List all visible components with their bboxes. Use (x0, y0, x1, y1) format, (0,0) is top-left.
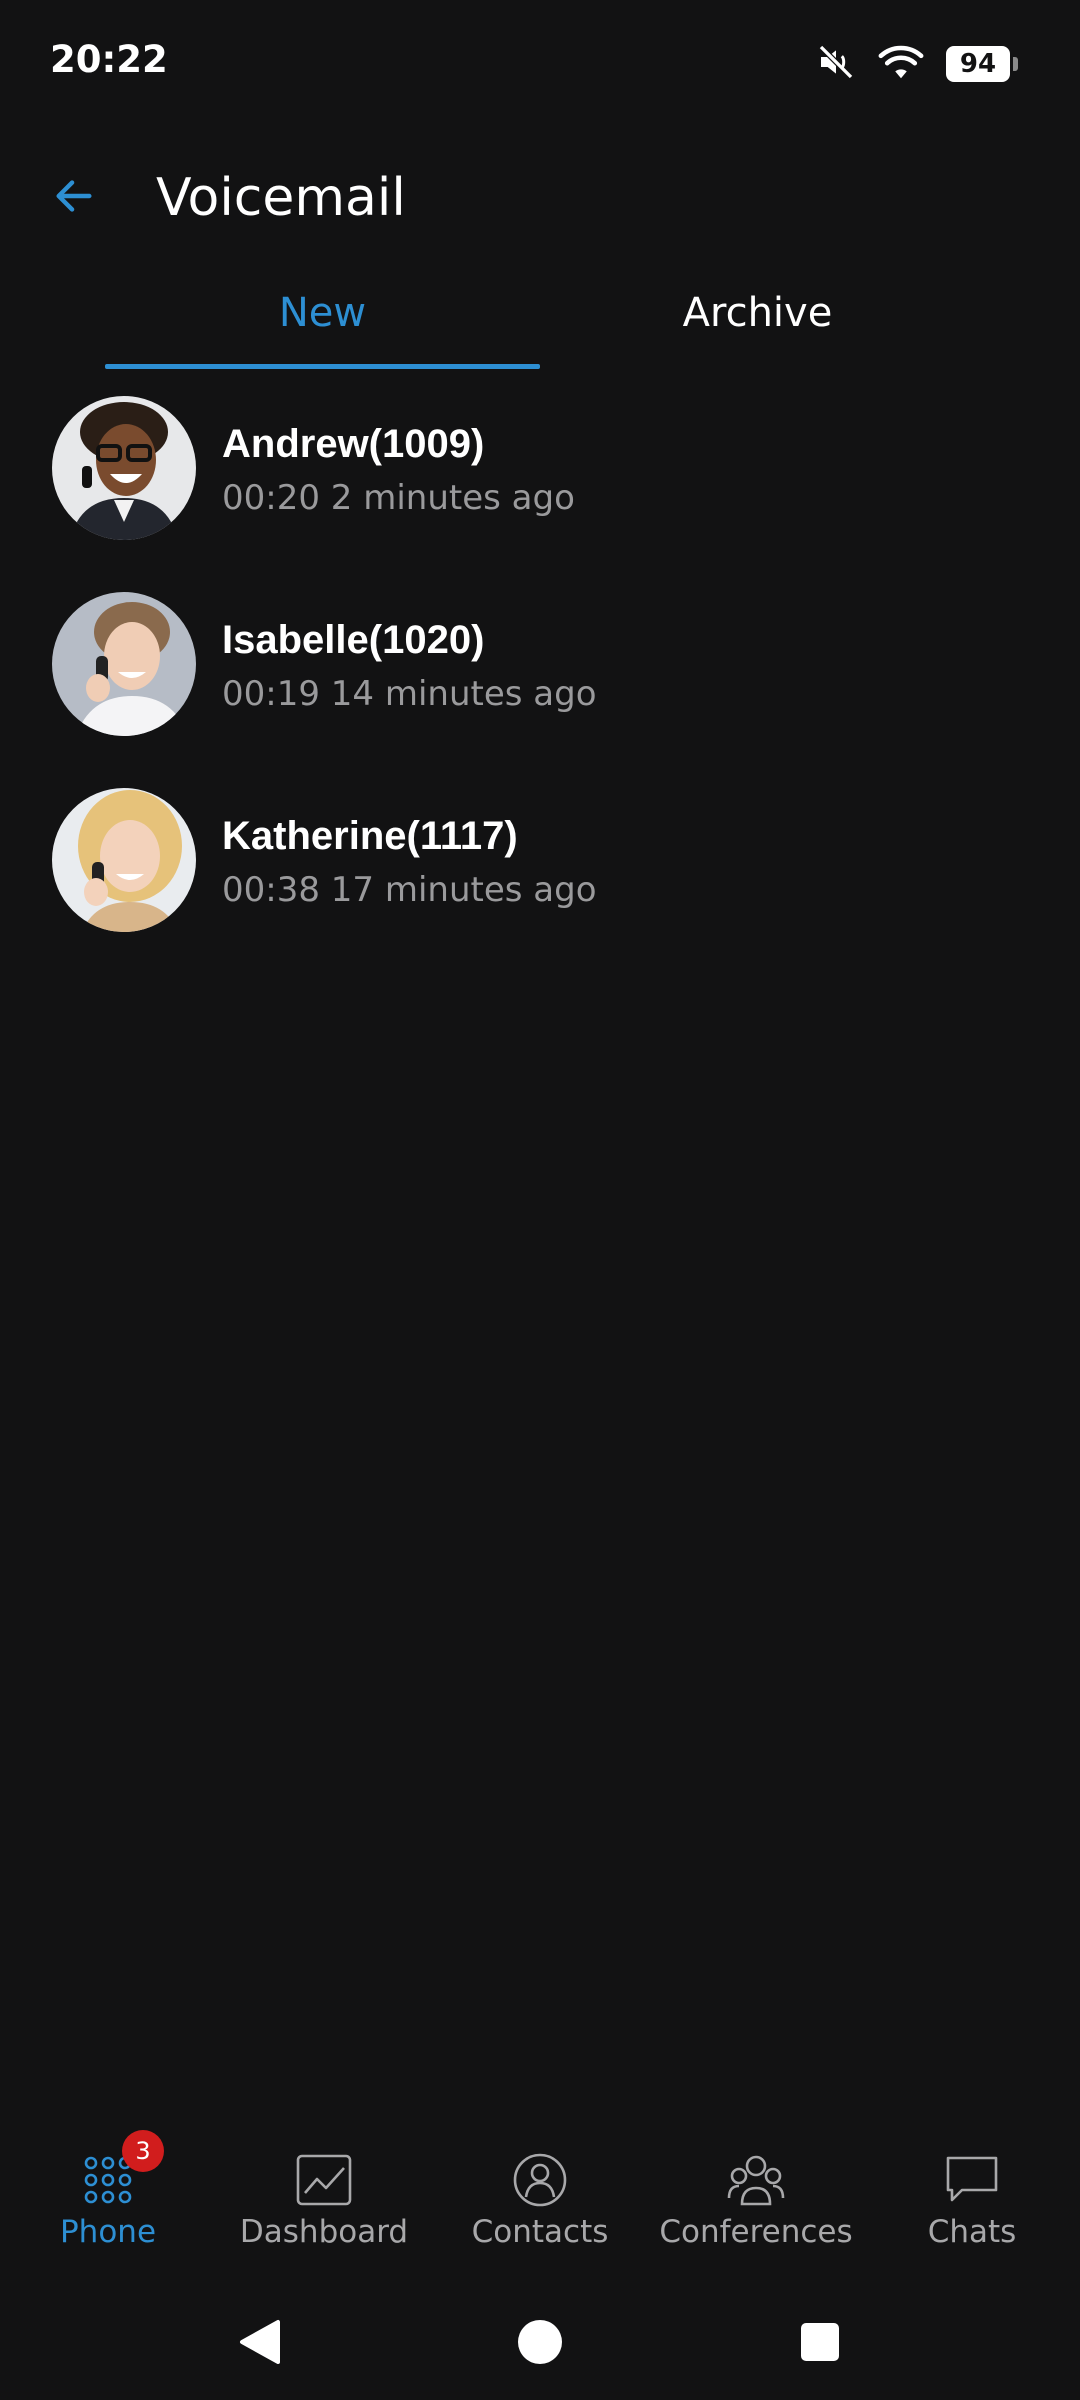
chat-icon (942, 2152, 1002, 2208)
system-nav-bar (0, 2290, 1080, 2400)
avatar (52, 592, 196, 736)
voicemail-meta: 00:19 14 minutes ago (222, 674, 597, 714)
avatar (52, 396, 196, 540)
avatar (52, 788, 196, 932)
system-recents-button[interactable] (790, 2312, 850, 2372)
nav-phone[interactable]: 3 Phone (0, 2130, 216, 2260)
tab-new[interactable]: New (105, 290, 540, 370)
arrow-left-icon (51, 173, 97, 224)
system-home-button[interactable] (510, 2312, 570, 2372)
voicemail-meta: 00:38 17 minutes ago (222, 870, 597, 910)
status-bar: 20:22 94 (0, 0, 1080, 124)
status-icons: 94 (816, 40, 1018, 88)
back-button[interactable] (46, 170, 102, 226)
nav-conferences[interactable]: Conferences (648, 2130, 864, 2260)
battery-icon: 94 (946, 46, 1018, 82)
status-time: 20:22 (50, 38, 168, 81)
nav-chats[interactable]: Chats (864, 2130, 1080, 2260)
voicemail-name: Andrew(1009) (222, 422, 485, 466)
wifi-icon (878, 42, 924, 87)
nav-label: Chats (927, 2214, 1017, 2250)
nav-label: Contacts (471, 2214, 609, 2250)
tab-indicator (105, 364, 540, 369)
bottom-nav: 3 Phone Dashboard Contacts Conferences C… (0, 2130, 1080, 2260)
nav-label: Phone (59, 2214, 157, 2250)
voicemail-item-andrew[interactable]: Andrew(1009) 00:20 2 minutes ago (0, 390, 1080, 586)
nav-dashboard[interactable]: Dashboard (216, 2130, 432, 2260)
contact-icon (510, 2152, 570, 2208)
system-back-button[interactable] (230, 2312, 290, 2372)
nav-label: Conferences (659, 2214, 853, 2250)
battery-level: 94 (959, 49, 997, 79)
voicemail-item-isabelle[interactable]: Isabelle(1020) 00:19 14 minutes ago (0, 586, 1080, 782)
tab-new-label: New (278, 290, 367, 336)
group-icon (726, 2152, 786, 2208)
voicemail-name: Isabelle(1020) (222, 618, 485, 662)
nav-contacts[interactable]: Contacts (432, 2130, 648, 2260)
voicemail-screen: 20:22 94 Voicemail New Archive Andrew(10… (0, 0, 1080, 2400)
voicemail-item-katherine[interactable]: Katherine(1117) 00:38 17 minutes ago (0, 782, 1080, 978)
voicemail-name: Katherine(1117) (222, 814, 518, 858)
phone-badge: 3 (122, 2130, 164, 2172)
tab-archive[interactable]: Archive (540, 290, 975, 370)
mute-icon (816, 42, 856, 87)
nav-label: Dashboard (239, 2214, 409, 2250)
page-title: Voicemail (156, 168, 406, 228)
tab-archive-label: Archive (682, 290, 833, 336)
voicemail-meta: 00:20 2 minutes ago (222, 478, 575, 518)
chart-icon (294, 2152, 354, 2208)
